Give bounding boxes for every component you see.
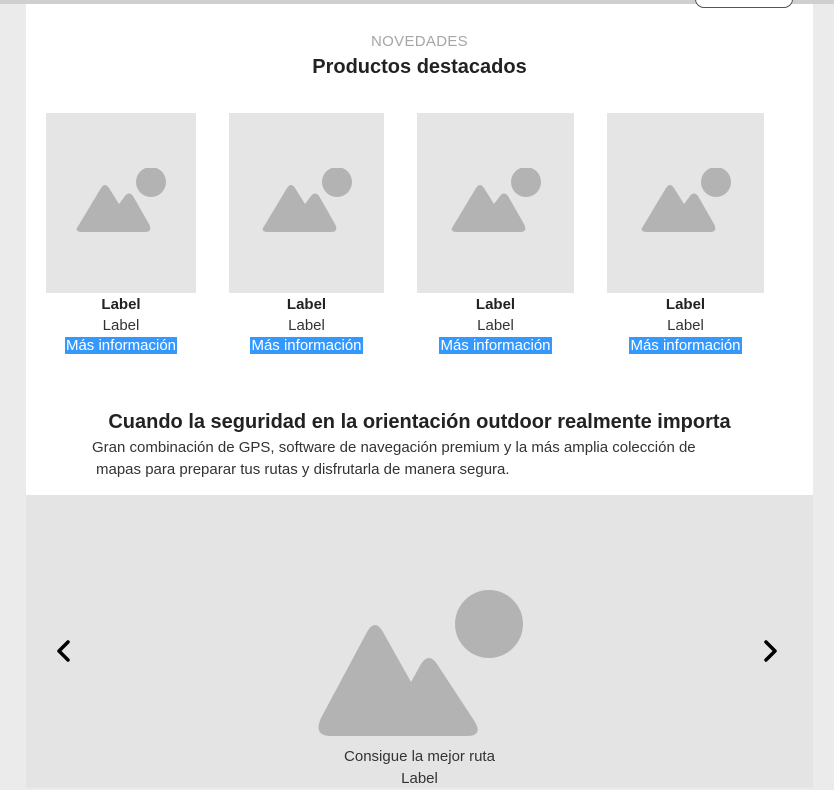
- header-button[interactable]: [695, 0, 793, 8]
- product-image: [46, 113, 196, 293]
- intro-line: Gran combinación de GPS, software de nav…: [92, 439, 696, 456]
- product-image: [417, 113, 574, 293]
- page-content: NOVEDADES Productos destacados Label Lab…: [26, 0, 813, 788]
- product-image: [607, 113, 764, 293]
- intro-title: Cuando la seguridad en la orientación ou…: [108, 411, 731, 433]
- product-subtitle: Label: [288, 317, 325, 334]
- section-title: Productos destacados: [312, 56, 527, 78]
- product-card[interactable]: Label Label Más información: [417, 113, 574, 355]
- product-subtitle: Label: [102, 317, 140, 334]
- chevron-left-icon[interactable]: [50, 637, 78, 665]
- section-eyebrow: NOVEDADES: [371, 33, 468, 50]
- image-placeholder-icon: [76, 168, 166, 232]
- more-info-link[interactable]: Más información: [629, 337, 742, 354]
- product-subtitle: Label: [477, 317, 514, 334]
- hero-caption-title: Consigue la mejor ruta: [344, 748, 495, 765]
- image-placeholder-icon: [641, 168, 731, 232]
- product-title: Label: [101, 296, 141, 313]
- product-image: [229, 113, 384, 293]
- product-card[interactable]: Label Label Más información: [46, 113, 196, 355]
- product-card[interactable]: Label Label Más información: [607, 113, 764, 355]
- product-card[interactable]: Label Label Más información: [229, 113, 384, 355]
- hero-carousel: Consigue la mejor ruta Label: [26, 495, 813, 788]
- product-title: Label: [475, 296, 516, 313]
- product-title: Label: [286, 296, 327, 313]
- intro-description: Gran combinación de GPS, software de nav…: [92, 437, 752, 481]
- more-info-link[interactable]: Más información: [64, 337, 178, 354]
- product-title: Label: [665, 296, 706, 313]
- hero-caption: Consigue la mejor ruta Label: [26, 746, 813, 790]
- more-info-link[interactable]: Más información: [439, 337, 552, 354]
- intro-line: mapas para preparar tus rutas y disfruta…: [96, 461, 510, 478]
- image-placeholder-icon: [318, 590, 523, 736]
- chevron-right-icon[interactable]: [756, 637, 784, 665]
- image-placeholder-icon: [262, 168, 352, 232]
- product-subtitle: Label: [667, 317, 704, 334]
- more-info-link[interactable]: Más información: [250, 337, 363, 354]
- image-placeholder-icon: [451, 168, 541, 232]
- hero-caption-label: Label: [401, 770, 438, 787]
